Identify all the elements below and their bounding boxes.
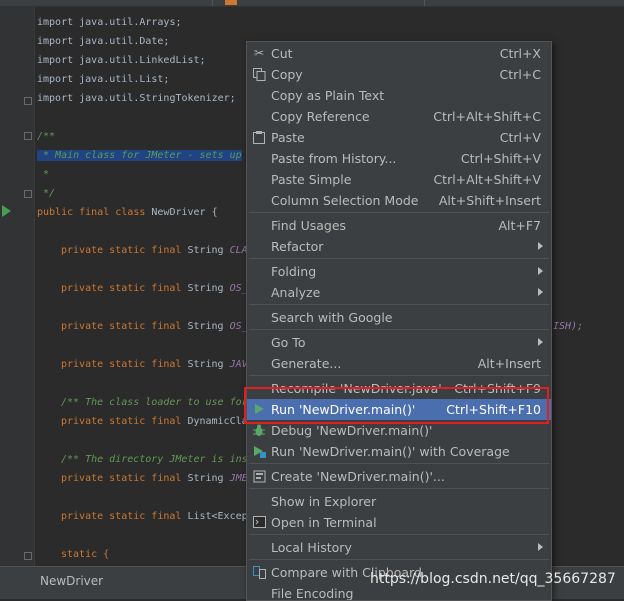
menu-item-copy-as-plain-text[interactable]: Copy as Plain Text xyxy=(247,85,551,106)
menu-separator xyxy=(249,304,549,305)
editor-context-menu: ✂ Cut Ctrl+X Copy Ctrl+C Copy as Plain T… xyxy=(246,41,552,601)
code-line-import: import java.util.Date; xyxy=(37,36,170,47)
code-line-javadoc-main: * Main class for JMeter - sets up xyxy=(37,150,242,161)
run-gutter-icon[interactable] xyxy=(2,205,11,217)
menu-separator xyxy=(249,463,549,464)
menu-item-paste-simple[interactable]: Paste Simple Ctrl+Alt+Shift+V xyxy=(247,169,551,190)
code-line-import: import java.util.LinkedList; xyxy=(37,55,206,66)
code-line-field: private static final String JAV xyxy=(61,359,248,370)
menu-item-run-with-coverage[interactable]: Run 'NewDriver.main()' with Coverage xyxy=(247,441,551,462)
code-line-class-declaration: public final class NewDriver { xyxy=(37,207,218,218)
submenu-arrow-icon xyxy=(538,543,543,551)
code-line-field: private static final String OS_ xyxy=(61,321,248,332)
code-line-javadoc: * xyxy=(37,169,50,180)
fold-marker-icon[interactable] xyxy=(24,97,32,105)
create-config-icon xyxy=(251,469,267,484)
tab-separator xyxy=(424,0,425,6)
menu-separator xyxy=(249,258,549,259)
menu-item-copy-reference[interactable]: Copy Reference Ctrl+Alt+Shift+C xyxy=(247,106,551,127)
code-line-comment: /** The class loader to use for xyxy=(61,397,248,408)
menu-item-analyze[interactable]: Analyze xyxy=(247,282,551,303)
menu-item-local-history[interactable]: Local History xyxy=(247,537,551,558)
code-line-import: import java.util.Arrays; xyxy=(37,17,182,28)
watermark-text: https://blog.csdn.net/qq_35667287 xyxy=(370,571,616,587)
coverage-icon xyxy=(251,444,267,459)
menu-separator xyxy=(249,329,549,330)
menu-item-open-in-terminal[interactable]: Open in Terminal xyxy=(247,512,551,533)
debug-icon xyxy=(251,423,267,438)
code-line-import: import java.util.List; xyxy=(37,74,170,85)
menu-separator xyxy=(249,488,549,489)
submenu-arrow-icon xyxy=(538,242,543,250)
menu-separator xyxy=(249,375,549,376)
code-line-field: private static final String OS_ xyxy=(61,283,248,294)
tab-separator xyxy=(212,0,213,6)
code-line-field-tail: ISH); xyxy=(553,321,584,332)
copy-icon xyxy=(251,67,267,82)
menu-item-paste[interactable]: Paste Ctrl+V xyxy=(247,127,551,148)
menu-item-show-in-explorer[interactable]: Show in Explorer xyxy=(247,491,551,512)
code-line-field: private static final String CLA xyxy=(61,245,248,256)
scissors-icon: ✂ xyxy=(253,46,265,60)
menu-separator xyxy=(249,534,549,535)
menu-item-paste-from-history[interactable]: Paste from History... Ctrl+Shift+V xyxy=(247,148,551,169)
menu-item-cut[interactable]: ✂ Cut Ctrl+X xyxy=(247,43,551,64)
submenu-arrow-icon xyxy=(538,288,543,296)
submenu-arrow-icon xyxy=(538,338,543,346)
selected-text: * Main class for JMeter - sets up xyxy=(37,150,242,161)
highlight-annotation-box xyxy=(244,387,549,424)
code-line-field: private static final String JME xyxy=(61,473,248,484)
editor-tab-strip xyxy=(0,0,624,7)
code-line-field: private static final DynamicCla xyxy=(61,416,248,427)
menu-item-column-selection-mode[interactable]: Column Selection Mode Alt+Shift+Insert xyxy=(247,190,551,211)
fold-marker-icon[interactable] xyxy=(24,552,32,560)
compare-icon xyxy=(251,565,267,580)
menu-separator xyxy=(249,559,549,560)
menu-item-find-usages[interactable]: Find Usages Alt+F7 xyxy=(247,215,551,236)
menu-item-copy[interactable]: Copy Ctrl+C xyxy=(247,64,551,85)
code-line-import: import java.util.StringTokenizer; xyxy=(37,93,236,104)
menu-item-generate[interactable]: Generate... Alt+Insert xyxy=(247,353,551,374)
code-line-javadoc: /** xyxy=(37,131,56,142)
menu-item-search-with-google[interactable]: Search with Google xyxy=(247,307,551,328)
code-line-static-block: static { xyxy=(61,549,110,560)
submenu-arrow-icon xyxy=(538,267,543,275)
breadcrumb-file-name[interactable]: NewDriver xyxy=(40,574,103,588)
code-line-javadoc: */ xyxy=(37,188,56,199)
code-line-field: private static final List<Excep xyxy=(61,511,248,522)
menu-item-create-configuration[interactable]: Create 'NewDriver.main()'... xyxy=(247,466,551,487)
terminal-icon xyxy=(251,515,267,530)
editor-gutter xyxy=(0,0,35,566)
menu-item-refactor[interactable]: Refactor xyxy=(247,236,551,257)
menu-separator xyxy=(249,212,549,213)
fold-marker-icon[interactable] xyxy=(24,132,32,140)
editor-tab-marker xyxy=(225,0,237,5)
code-line-comment: /** The directory JMeter is ins xyxy=(61,454,248,465)
menu-item-folding[interactable]: Folding xyxy=(247,261,551,282)
menu-item-go-to[interactable]: Go To xyxy=(247,332,551,353)
paste-icon xyxy=(251,130,267,145)
fold-marker-icon[interactable] xyxy=(24,190,32,198)
